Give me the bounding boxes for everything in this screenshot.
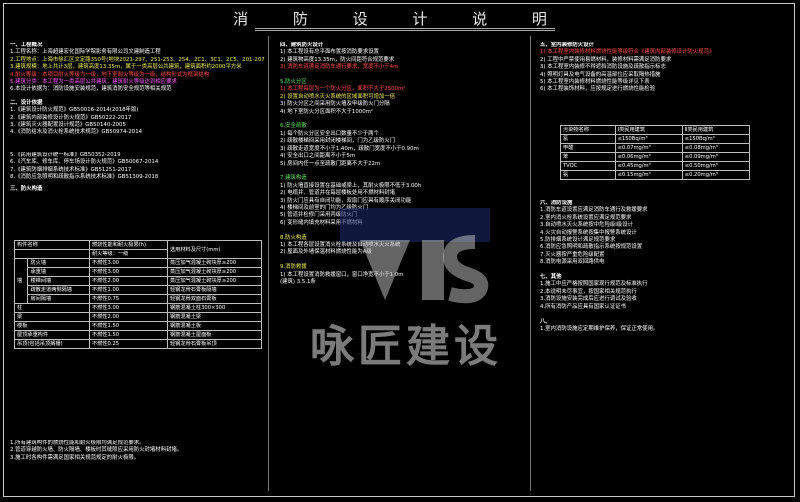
table-header: 选用材料及尺寸(mm) <box>166 240 263 259</box>
text-line: 1.工程名称：上海超建宏化国际学院影务有限公司文建制造工程 <box>10 49 161 56</box>
text-line: 2) 疏散楼梯间采用封闭楼梯间，门为乙级防火门 <box>280 138 396 145</box>
drawing-title: 消 防 设 计 说 明 <box>233 10 567 28</box>
title-underline <box>255 28 555 29</box>
section-title: 6.安全疏散 <box>280 123 307 130</box>
table-row: 梁不燃性2.00 钢筋混凝土梁 <box>14 312 263 322</box>
table-row: 屋顶承重构件 不燃性1.50 钢筋混凝土屋面板 <box>14 330 263 340</box>
table-row: 疏散走道两侧隔墙 不燃性1.00 轻钢龙骨石膏板隔墙 <box>15 285 263 295</box>
section-title: 八、 <box>540 318 551 325</box>
text-line: 3) 疏散走道宽度不小于1.40m，疏散门宽度不小于0.90m <box>280 145 419 152</box>
watermark-text: 咏匠建设 <box>310 321 502 372</box>
col1-text-2: 5.《民用建筑设计统一标准》GB50352-2019 6.《汽车库、修车库、停车… <box>10 152 265 232</box>
column-divider-1 <box>268 36 269 491</box>
table-header: 构件名称 <box>14 240 90 250</box>
col1-notes: 1.所有建筑构件的燃烧性能和耐火极限均满足规范要求。 2.管道穿越防火墙、防火隔… <box>10 440 265 490</box>
text-line: 1.施工中应严格按照国家现行规范及标准执行 <box>540 281 648 288</box>
table-header: Ⅰ类民用建筑 <box>614 125 683 135</box>
text-line: 4.耐火等级：本项目耐火等级为一级，地下室耐火等级为一级，结构形式为框架结构 <box>10 71 210 78</box>
text-line: 8.消防电源采用双回路供电 <box>540 259 605 266</box>
table-row: 房间隔墙 不燃性0.75 轻钢龙骨双面石膏板 <box>15 294 263 304</box>
table-row: 甲醛 ≤0.07mg/m³ ≤0.08mg/m³ <box>560 143 751 153</box>
table-subheader: 耐火等级：一级 <box>88 249 168 259</box>
title-underline-2 <box>255 30 555 31</box>
table-header: 燃烧性能和耐火极限(h) <box>88 240 168 250</box>
table-row: 氡 ≤150Bq/m³ ≤150Bq/m³ <box>560 134 751 144</box>
note-line: 3.施工时各构件需满足国家相关规范规定的耐火极限。 <box>10 454 140 461</box>
text-line: 1) 本工程设有总平面布置按消防要求设置 <box>280 49 379 56</box>
note-line: 2.管道穿越防火墙、防火隔墙、楼板时其缝隙应采用防火封堵材料封堵。 <box>10 447 183 454</box>
table-row: 苯 ≤0.06mg/m³ ≤0.09mg/m³ <box>560 152 751 162</box>
text-line: 3) 防火分区之间采用防火墙及甲级防火门分隔 <box>280 101 390 108</box>
text-line: 3) 本工程室内装修不得遮挡消防设施及疏散指示标志 <box>540 64 666 71</box>
text-line: 2) 电缆井、管道井在每层楼板处用不燃材料封堵 <box>280 190 396 197</box>
text-line: 1.消防车道设置应满足消防车通行及救援要求 <box>540 207 648 214</box>
table-row: 柱不燃性3.00 钢筋混凝土柱300×300 <box>14 303 263 313</box>
text-line: 4.火灾自动报警系统按集中报警系统设计 <box>540 229 637 236</box>
table-header: Ⅱ类民用建筑 <box>681 125 751 135</box>
text-line: 1.室内消防设施应定期维护保养，保证正常使用。 <box>540 325 659 332</box>
text-line: 1) 本工程每层为一个防火分区，面积不大于2500m² <box>280 86 406 93</box>
text-line: 4) 照明灯具及电气设备的高温部位应采取隔热措施 <box>540 71 661 78</box>
section-title: 7.建筑构造 <box>280 175 307 182</box>
text-line: 6) 本工程装饰材料，应按规定进行燃烧性能检验 <box>540 86 656 93</box>
table-row: 承重墙 不燃性3.00 蒸压加气混凝土砌块厚≥200 <box>15 267 263 277</box>
text-line: 4.所有消防产品应具有国家认证证书 <box>540 303 627 310</box>
fire-resistance-table: 构件名称 燃烧性能和耐火极限(h) 选用材料及尺寸(mm) 耐火等级：一级 墙 … <box>13 240 263 349</box>
text-line: 4) 安全出口之间距离不小于5m <box>280 153 356 160</box>
text-line: 6.《汽车库、修车库、停车场设计防火规范》GB50067-2014 <box>10 159 159 166</box>
text-line: 6.本设计依据为：消防设施安装规范，建筑消防安全规范等相关规范 <box>10 86 172 93</box>
table-header: 污染物名称 <box>560 125 616 135</box>
text-line: 3) 消防车道满足消防车通行要求，宽度不小于4m <box>280 64 399 71</box>
table-row: 氨 ≤0.15mg/m³ ≤0.20mg/m³ <box>560 170 751 180</box>
table-row: 墙 防火墙 不燃性3.00 蒸压加气混凝土砌块厚≥200 <box>13 258 263 304</box>
text-line: 1) 本工程室内装修材料燃烧性能等级符合《建筑内部装修设计防火规范》 <box>540 49 715 56</box>
pollutant-table: 污染物名称 Ⅰ类民用建筑 Ⅱ类民用建筑 氡 ≤150Bq/m³ ≤150Bq/m³ … <box>560 125 751 180</box>
watermark-logo: 咏匠建设 <box>300 200 530 380</box>
text-line: 5) 房间内任一点至疏散门距离不大于22m <box>280 160 381 167</box>
text-line: 3.自动喷水灭火系统按中危险级Ⅰ级设计 <box>540 222 633 229</box>
col1-text: 一、工程概况 1.工程名称：上海超建宏化国际学院影务有限公司文建制造工程 2.工… <box>10 42 265 152</box>
text-line: 2.《建筑内部装修设计防火规范》GB50222-2017 <box>10 114 132 121</box>
table-row: TVOC ≤0.45mg/m³ ≤0.50mg/m³ <box>560 161 751 171</box>
table-row: 楼梯间墙 不燃性2.00 蒸压加气混凝土砌块厚≥200 <box>15 276 263 286</box>
text-line: 3.建筑规模：地上共计3层，建筑高度13.35m，属于一类高层公共建筑，建筑面积… <box>10 64 242 71</box>
col3-text-2: 六、消防设施 1.消防车道设置应满足消防车通行及救援要求 2.室内消火栓系统设置… <box>540 200 790 490</box>
text-line: 8.《消防应急照明和疏散指示系统技术标准》GB51309-2018 <box>10 174 159 181</box>
text-line: 6.消防应急照明和疏散指示系统按规范设置 <box>540 244 643 251</box>
text-line: 4) 地下室防火分区面积不大于1000m² <box>280 108 374 115</box>
text-line: 1) 防火墙直接设置在基础或梁上，其耐火极限不低于3.00h <box>280 182 422 189</box>
text-line: 3.消防设施安装完成后应进行调试及验收 <box>540 296 637 303</box>
column-divider-2 <box>530 36 531 491</box>
table-row: 吊顶(包括吊顶搁栅) 不燃性0.25 轻钢龙骨石膏板吊顶 <box>14 339 263 349</box>
table-row: 楼板 不燃性1.50 钢筋混凝土板 <box>14 321 263 331</box>
text-line: 1.《建筑设计防火规范》GB50016-2014(2018年版) <box>10 107 139 114</box>
text-line: 4.《消防给水及消火栓系统技术规范》GB50974-2014 <box>10 129 143 136</box>
section-title: 三、防火构造 <box>10 185 43 192</box>
